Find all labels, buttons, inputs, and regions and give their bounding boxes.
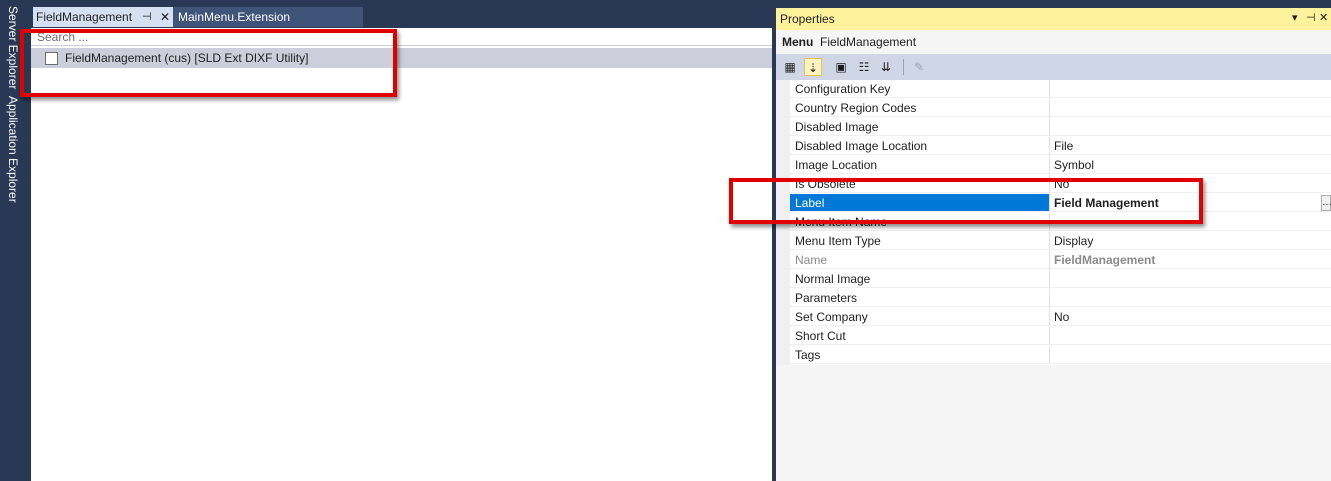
- wrench-icon[interactable]: ✎: [910, 58, 928, 76]
- property-row[interactable]: Disabled Image Location File: [776, 137, 1331, 156]
- row-gutter: [776, 156, 790, 175]
- close-icon[interactable]: ✕: [1319, 11, 1328, 24]
- tab-label: MainMenu.Extension: [178, 10, 291, 24]
- property-pages-icon[interactable]: ▣: [832, 58, 850, 76]
- property-name: Short Cut: [790, 327, 1049, 345]
- property-name: Country Region Codes: [790, 99, 1049, 117]
- annotation-highlight-tree-item: [20, 29, 397, 97]
- toolbar-separator: [903, 59, 904, 75]
- property-value[interactable]: [1049, 80, 1331, 98]
- sort-icon[interactable]: ⇊: [877, 58, 895, 76]
- categorized-icon[interactable]: ▦: [781, 58, 799, 76]
- close-icon[interactable]: ✕: [160, 7, 170, 27]
- dropdown-icon[interactable]: ▾: [1292, 11, 1298, 24]
- property-name: Normal Image: [790, 270, 1049, 288]
- tab-fieldmanagement[interactable]: FieldManagement ⊣ ✕: [33, 7, 176, 27]
- row-gutter: [776, 289, 790, 308]
- property-name: Tags: [790, 346, 1049, 364]
- row-gutter: [776, 80, 790, 99]
- application-explorer-tab[interactable]: Application Explorer: [6, 96, 20, 203]
- property-row[interactable]: Parameters: [776, 289, 1331, 308]
- row-gutter: [776, 251, 790, 270]
- properties-toolbar: ▦ ⇣ ▣ ☷ ⇊ ✎: [776, 54, 1331, 80]
- property-value[interactable]: [1049, 289, 1331, 307]
- property-value[interactable]: [1049, 99, 1331, 117]
- property-row[interactable]: Image Location Symbol: [776, 156, 1331, 175]
- property-name: Parameters: [790, 289, 1049, 307]
- server-explorer-tab[interactable]: Server Explorer: [6, 6, 20, 89]
- pin-icon[interactable]: ⊣: [1306, 11, 1316, 24]
- property-row[interactable]: Configuration Key: [776, 80, 1331, 99]
- property-row[interactable]: Tags: [776, 346, 1331, 365]
- property-row[interactable]: Short Cut: [776, 327, 1331, 346]
- row-gutter: [776, 232, 790, 251]
- property-value[interactable]: [1049, 118, 1331, 136]
- property-value[interactable]: [1049, 346, 1331, 364]
- object-kind: Menu: [782, 35, 814, 49]
- property-name: Disabled Image Location: [790, 137, 1049, 155]
- row-gutter: [776, 308, 790, 327]
- properties-title-bar: Properties ▾ ⊣ ✕: [776, 8, 1331, 30]
- object-name: FieldManagement: [820, 35, 917, 49]
- property-value[interactable]: File: [1049, 137, 1331, 155]
- property-name: Menu Item Type: [790, 232, 1049, 250]
- property-row[interactable]: Set Company No: [776, 308, 1331, 327]
- row-gutter: [776, 137, 790, 156]
- property-value[interactable]: No: [1049, 308, 1331, 326]
- property-name: Set Company: [790, 308, 1049, 326]
- property-value[interactable]: Display: [1049, 232, 1331, 250]
- row-gutter: [776, 327, 790, 346]
- property-name: Name: [790, 251, 1049, 269]
- row-gutter: [776, 346, 790, 365]
- document-tab-bar: FieldManagement ⊣ ✕ MainMenu.Extension: [31, 0, 772, 28]
- annotation-highlight-label-property: [729, 178, 1203, 224]
- property-row[interactable]: Disabled Image: [776, 118, 1331, 137]
- property-name: Configuration Key: [790, 80, 1049, 98]
- property-row[interactable]: Country Region Codes: [776, 99, 1331, 118]
- alphabetical-icon[interactable]: ⇣: [804, 58, 822, 76]
- row-gutter: [776, 118, 790, 137]
- property-name: Disabled Image: [790, 118, 1049, 136]
- property-value[interactable]: Symbol: [1049, 156, 1331, 174]
- property-value[interactable]: [1049, 327, 1331, 345]
- property-value[interactable]: FieldManagement: [1049, 251, 1331, 269]
- property-name: Image Location: [790, 156, 1049, 174]
- properties-window: Properties ▾ ⊣ ✕ Menu FieldManagement ▦ …: [776, 8, 1331, 481]
- ellipsis-button[interactable]: …: [1321, 195, 1331, 211]
- pin-icon[interactable]: ⊣: [142, 7, 152, 27]
- object-selector[interactable]: Menu FieldManagement: [776, 30, 1331, 54]
- events-icon[interactable]: ☷: [855, 58, 873, 76]
- property-value[interactable]: [1049, 270, 1331, 288]
- tab-label: FieldManagement: [36, 10, 133, 24]
- property-row[interactable]: Name FieldManagement: [776, 251, 1331, 270]
- property-row[interactable]: Menu Item Type Display: [776, 232, 1331, 251]
- row-gutter: [776, 99, 790, 118]
- row-gutter: [776, 270, 790, 289]
- properties-title: Properties: [780, 12, 835, 26]
- property-row[interactable]: Normal Image: [776, 270, 1331, 289]
- tab-mainmenu-extension[interactable]: MainMenu.Extension: [173, 7, 363, 27]
